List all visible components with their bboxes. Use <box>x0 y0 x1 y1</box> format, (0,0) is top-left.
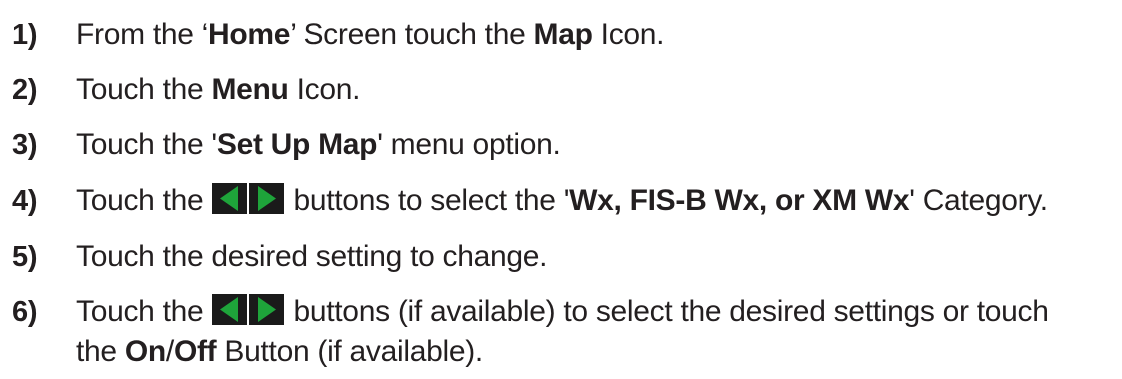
step-number: 4) <box>12 185 38 217</box>
left-right-arrow-buttons-icon <box>212 183 285 214</box>
set-up-map-label: Set Up Map <box>216 128 378 161</box>
menu-label: Menu <box>211 73 289 106</box>
step-text: Touch the 'Set Up Map' menu option. <box>76 128 561 161</box>
left-right-arrow-buttons-icon <box>212 294 285 325</box>
instruction-steps: 1) From the ‘Home’ Screen touch the Map … <box>0 0 1122 379</box>
step-text-continued: the On/Off Button (if available). <box>76 335 483 368</box>
step-number: 6) <box>12 296 38 328</box>
step-number: 2) <box>12 74 38 106</box>
on-label: On <box>124 335 166 368</box>
step-text: Touch the buttons to select the 'Wx, FIS… <box>76 183 1048 217</box>
map-label: Map <box>533 18 593 51</box>
off-label: Off <box>173 335 217 368</box>
step-text: From the ‘Home’ Screen touch the Map Ico… <box>76 18 665 51</box>
step-number: 1) <box>12 19 38 51</box>
step-text: Touch the buttons (if available) to sele… <box>76 294 1049 328</box>
step-number: 3) <box>12 129 38 161</box>
step-text: Touch the desired setting to change. <box>76 240 548 273</box>
home-screen-label: Home <box>208 18 291 51</box>
step-text: Touch the Menu Icon. <box>76 73 361 106</box>
category-label: Wx, FIS-B Wx, or XM Wx <box>569 184 910 217</box>
step-number: 5) <box>12 241 38 273</box>
